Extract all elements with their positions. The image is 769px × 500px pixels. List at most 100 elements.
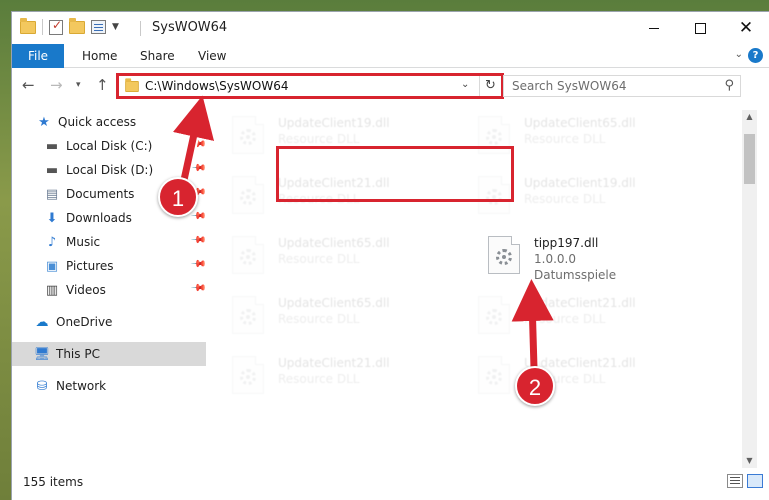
sidebar-item-pictures[interactable]: ▣ Pictures 📌 (12, 254, 206, 278)
sidebar-item-label: This PC (56, 347, 100, 361)
dll-file-icon (478, 356, 510, 394)
navigation-bar: ← → ▾ ↑ C:\Windows\SysWOW64 ⌄ ↻ Search S… (12, 70, 769, 102)
file-name: tipp197.dll (534, 236, 599, 250)
ribbon-tabs: File Home Share View ⌄ ? (12, 44, 769, 68)
item-count: 155 items (23, 475, 84, 489)
recent-locations-icon[interactable]: ▾ (76, 80, 81, 90)
network-icon: ⛁ (36, 378, 48, 394)
minimize-button[interactable] (631, 12, 677, 44)
sidebar-item-this-pc[interactable]: 🖥 This PC (12, 342, 206, 366)
documents-icon: ▤ (45, 186, 59, 202)
videos-icon: ▥ (45, 282, 59, 298)
file-name: UpdateClient65.dll (278, 236, 390, 250)
list-item[interactable]: UpdateClient65.dll Resource DLL (224, 290, 454, 342)
large-icons-view-icon[interactable] (747, 474, 763, 488)
sidebar-item-label: Videos (66, 283, 106, 297)
window-controls: ✕ (631, 12, 769, 44)
dll-file-icon (232, 176, 264, 214)
quick-access-toolbar: ▼ (20, 17, 119, 35)
dll-file-icon (232, 296, 264, 334)
chevron-down-icon[interactable]: ▼ (112, 22, 119, 32)
step-2-badge: 2 (515, 366, 555, 406)
scroll-thumb[interactable] (744, 134, 755, 184)
sidebar-item-label: Local Disk (D:) (66, 163, 154, 177)
file-type: Resource DLL (524, 312, 606, 326)
scroll-down-icon[interactable]: ▼ (742, 454, 757, 468)
close-button[interactable]: ✕ (723, 12, 769, 44)
search-icon[interactable]: ⚲ (724, 78, 734, 93)
sidebar-item-music[interactable]: ♪ Music 📌 (12, 230, 206, 254)
step-1-badge: 1 (158, 177, 198, 217)
pictures-icon: ▣ (45, 258, 59, 274)
sidebar-item-onedrive[interactable]: ☁ OneDrive (12, 310, 206, 334)
new-folder-icon[interactable] (69, 17, 85, 34)
download-icon: ⬇ (46, 210, 58, 226)
sidebar-item-videos[interactable]: ▥ Videos 📌 (12, 278, 206, 302)
address-highlight-box (116, 73, 504, 99)
title-bar: ▼ SysWOW64 ✕ (12, 12, 769, 44)
sidebar-item-label: Music (66, 235, 101, 249)
list-item[interactable]: UpdateClient21.dll Resource DLL (470, 350, 700, 402)
vertical-scrollbar[interactable]: ▲ ▼ (742, 110, 757, 468)
properties-check-icon[interactable] (49, 18, 63, 35)
sidebar-item-label: Pictures (66, 259, 114, 273)
customize-icon[interactable] (91, 20, 106, 34)
pin-icon[interactable]: 📌 (189, 160, 206, 177)
navigation-pane: ★ Quick access ▬ Local Disk (C:) 📌 ▬ Loc… (12, 110, 206, 468)
file-name: UpdateClient65.dll (524, 116, 636, 130)
sidebar-item-local-disk-c[interactable]: ▬ Local Disk (C:) 📌 (12, 134, 206, 158)
file-type: Resource DLL (524, 132, 606, 146)
file-name: UpdateClient21.dll (524, 296, 636, 310)
list-item[interactable]: UpdateClient65.dll Resource DLL (224, 230, 454, 282)
file-type: Resource DLL (278, 312, 360, 326)
tab-view[interactable]: View (198, 44, 226, 68)
pin-icon[interactable]: 📌 (189, 256, 206, 273)
expand-ribbon-icon[interactable]: ⌄ (735, 49, 743, 60)
forward-arrow-icon[interactable]: → (50, 76, 63, 94)
file-version: 1.0.0.0 (534, 252, 576, 266)
tab-share[interactable]: Share (140, 44, 175, 68)
dll-file-icon (232, 236, 264, 274)
file-type: Resource DLL (278, 372, 360, 386)
pin-icon[interactable]: 📌 (189, 136, 206, 153)
folder-icon (20, 17, 36, 34)
details-view-icon[interactable] (727, 474, 743, 488)
drive-icon: ▬ (45, 162, 59, 178)
maximize-button[interactable] (677, 12, 723, 44)
dll-file-icon (232, 116, 264, 154)
search-input[interactable]: Search SysWOW64 ⚲ (503, 75, 741, 97)
sidebar-item-network[interactable]: ⛁ Network (12, 374, 206, 398)
sidebar-item-label: Downloads (66, 211, 132, 225)
file-type: Resource DLL (278, 132, 360, 146)
file-type: Resource DLL (278, 252, 360, 266)
sidebar-item-label: Documents (66, 187, 135, 201)
up-arrow-icon[interactable]: ↑ (96, 76, 109, 94)
list-item-tipp197-dll[interactable]: tipp197.dll 1.0.0.0 Datumsspiele (480, 230, 710, 282)
dll-file-icon (478, 296, 510, 334)
scroll-up-icon[interactable]: ▲ (742, 110, 757, 124)
list-item[interactable]: UpdateClient21.dll Resource DLL (470, 290, 700, 342)
file-name: UpdateClient19.dll (524, 176, 636, 190)
tab-file[interactable]: File (12, 44, 64, 68)
tab-home[interactable]: Home (82, 44, 117, 68)
dll-file-icon (488, 236, 520, 274)
toolbar-divider (42, 19, 43, 35)
pin-icon[interactable]: 📌 (189, 280, 206, 297)
star-icon: ★ (38, 114, 50, 130)
computer-icon: 🖥 (33, 346, 51, 362)
pin-icon[interactable]: 📌 (189, 232, 206, 249)
file-highlight-box (276, 146, 514, 202)
file-name: UpdateClient65.dll (278, 296, 390, 310)
search-placeholder: Search SysWOW64 (512, 79, 627, 93)
help-icon[interactable]: ? (748, 48, 763, 63)
file-name: UpdateClient21.dll (278, 356, 390, 370)
sidebar-item-quick-access[interactable]: ★ Quick access (12, 110, 206, 134)
file-name: UpdateClient19.dll (278, 116, 390, 130)
sidebar-item-label: OneDrive (56, 315, 113, 329)
back-arrow-icon[interactable]: ← (22, 76, 35, 94)
list-item[interactable]: UpdateClient21.dll Resource DLL (224, 350, 454, 402)
music-icon: ♪ (47, 234, 57, 250)
drive-icon: ▬ (45, 138, 59, 154)
explorer-window: ▼ SysWOW64 ✕ File Home Share View ⌄ ? ← … (12, 12, 769, 500)
file-type: Resource DLL (524, 192, 606, 206)
